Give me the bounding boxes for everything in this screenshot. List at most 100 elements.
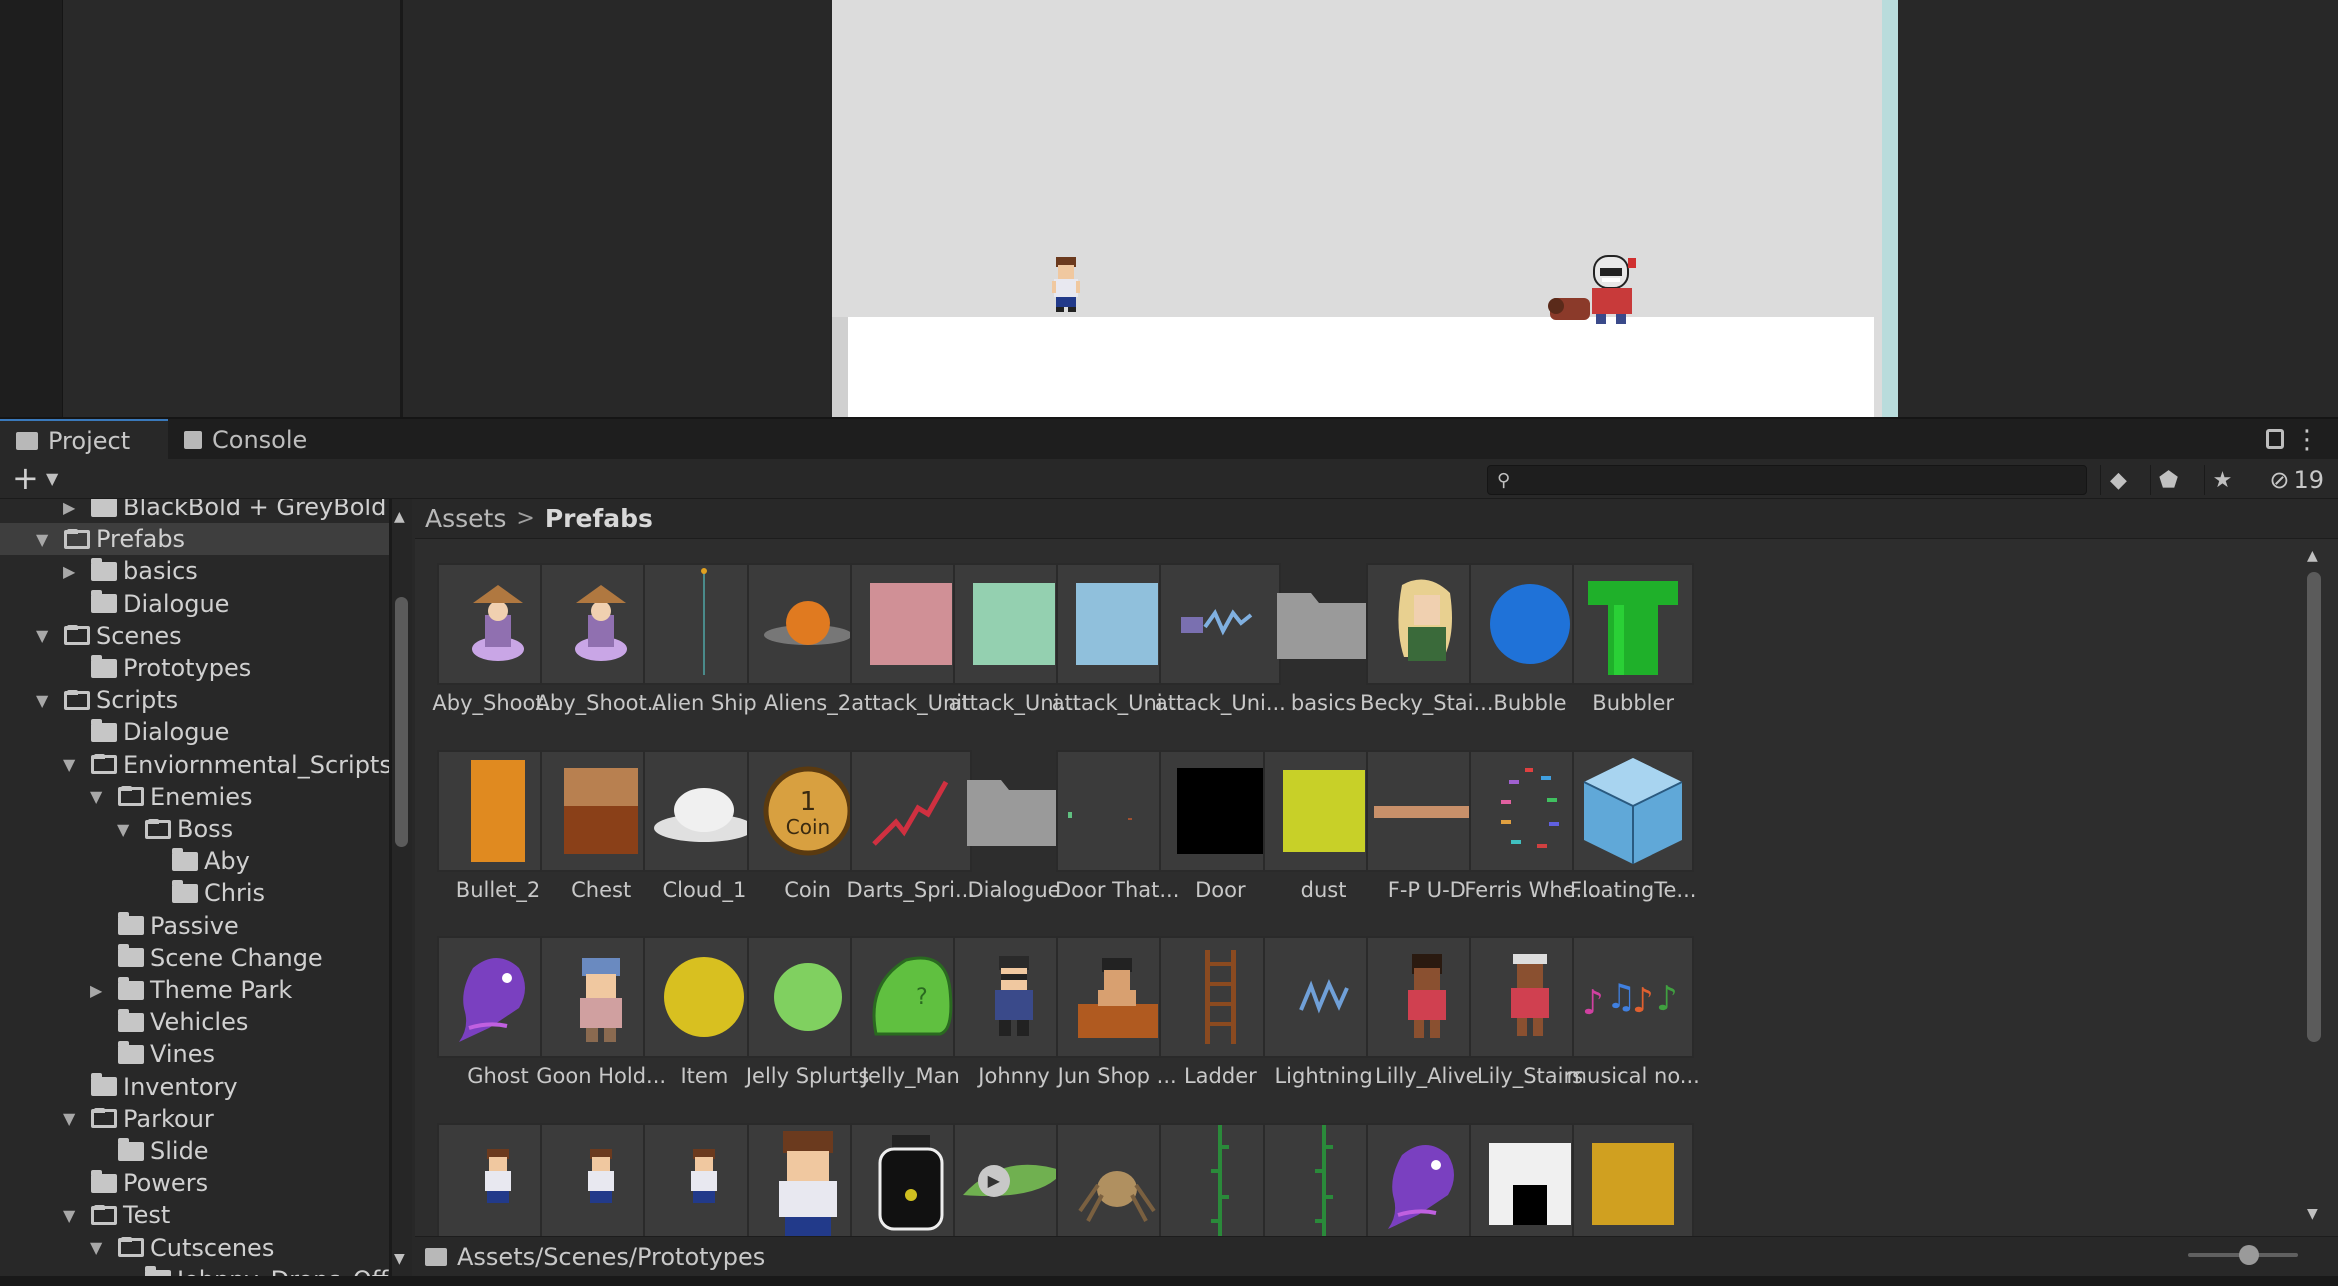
chevron-down-icon[interactable]: ▼ — [63, 755, 75, 774]
tree-item[interactable]: Slide — [0, 1135, 389, 1167]
folder-icon — [172, 847, 198, 871]
folder-icon — [425, 1247, 447, 1266]
hierarchy-panel[interactable] — [63, 0, 403, 417]
boss-sprite — [1548, 255, 1636, 324]
folder-open-icon — [118, 1237, 144, 1258]
play-icon[interactable]: ▶ — [977, 1164, 1010, 1197]
asset-grid[interactable]: Assets > Prefabs Aby_Shoot... Aby_Shoot..… — [415, 499, 2338, 1286]
tree-item-label: Cutscenes — [150, 1233, 275, 1262]
favorites-star-icon[interactable]: ★ — [2204, 465, 2240, 495]
folder-open-icon — [91, 754, 117, 775]
scroll-down-icon[interactable]: ▼ — [394, 1251, 405, 1267]
project-window: Project Console ⋮ + ▼ ⚲ ◆ ⬟ ★ ⊘ 19 ▶ Blac… — [0, 417, 2338, 1286]
svg-text:♪: ♪ — [1632, 981, 1654, 1021]
breadcrumb: Assets > Prefabs — [415, 499, 2338, 539]
create-button[interactable]: + — [12, 462, 39, 494]
more-menu-icon[interactable]: ⋮ — [2294, 425, 2320, 455]
tree-item[interactable]: Prototypes — [0, 652, 389, 684]
tree-item[interactable]: Vines — [0, 1038, 389, 1070]
tree-item[interactable]: Vehicles — [0, 1006, 389, 1038]
tree-item[interactable]: ▼ Scripts — [0, 684, 389, 716]
tree-item-label: Prototypes — [123, 654, 252, 682]
tree-item[interactable]: ▼ Enviornmental_Scripts — [0, 749, 392, 781]
scroll-up-icon[interactable]: ▲ — [394, 509, 405, 525]
tree-item-label: Chris — [204, 879, 266, 908]
lock-icon[interactable] — [2266, 429, 2284, 449]
hidden-packages-toggle[interactable]: ⊘ 19 — [2269, 465, 2324, 495]
chevron-right-icon[interactable]: ▶ — [63, 562, 75, 581]
chevron-down-icon[interactable]: ▼ — [36, 691, 48, 710]
window-bottom-edge — [0, 1276, 2338, 1286]
tree-item[interactable]: ▶ BlackBold + GreyBold For — [0, 499, 389, 523]
tree-item[interactable]: Scene Change — [0, 942, 389, 974]
tab-console-label: Console — [212, 426, 308, 454]
tree-item[interactable]: ▼ Enemies — [0, 781, 389, 813]
chevron-down-icon[interactable]: ▼ — [46, 469, 58, 488]
tree-item[interactable]: ▼ Prefabs — [0, 523, 389, 556]
chevron-right-icon[interactable]: ▶ — [63, 499, 75, 517]
asset-label: Bubbler — [1592, 691, 1675, 715]
tree-item[interactable]: ▶ basics — [0, 555, 389, 587]
tree-item[interactable]: ▼ Cutscenes — [0, 1232, 389, 1264]
tree-item-label: Vines — [150, 1040, 216, 1069]
tree-item[interactable]: Dialogue — [0, 716, 389, 748]
chevron-right-icon[interactable]: ▶ — [90, 981, 102, 1000]
tree-scrollbar-thumb[interactable] — [395, 597, 408, 847]
grid-scrollbar-thumb[interactable] — [2307, 572, 2321, 1042]
gold-square-icon — [1572, 1122, 1695, 1245]
tree-item[interactable]: Chris — [0, 877, 389, 909]
chevron-down-icon[interactable]: ▼ — [63, 1109, 75, 1128]
tree-item[interactable]: ▼ Boss — [0, 813, 389, 845]
chevron-down-icon[interactable]: ▼ — [36, 530, 48, 549]
cube-icon — [1572, 749, 1695, 872]
tree-item-label: Dialogue — [123, 718, 230, 747]
search-input[interactable] — [1487, 465, 2087, 495]
filter-by-type-icon[interactable]: ◆ — [2100, 465, 2136, 495]
tree-item-label: Inventory — [123, 1072, 238, 1101]
chevron-down-icon[interactable]: ▼ — [63, 1206, 75, 1225]
asset-item[interactable]: FloatingTe... — [1552, 749, 1696, 920]
asset-item[interactable]: Bubbler — [1552, 563, 1695, 733]
music-notes-icon: ♪ ♫ ♪ ♪ — [1572, 936, 1695, 1059]
chevron-down-icon[interactable]: ▼ — [36, 626, 48, 645]
chevron-down-icon[interactable]: ▼ — [117, 820, 129, 839]
tab-bar: Project Console ⋮ — [0, 417, 2338, 461]
asset-item[interactable]: ♪ ♫ ♪ ♪ musical no... — [1552, 936, 1700, 1106]
tree-item[interactable]: Passive — [0, 910, 389, 942]
svg-text:♪: ♪ — [1656, 979, 1678, 1019]
tree-item-label: Enemies — [150, 782, 253, 811]
tree-item-label: Enviornmental_Scripts — [123, 750, 392, 779]
tab-console[interactable]: Console — [168, 419, 323, 461]
breadcrumb-prefabs[interactable]: Prefabs — [545, 504, 653, 533]
tree-item[interactable]: Inventory — [0, 1071, 389, 1103]
breadcrumb-assets[interactable]: Assets — [425, 504, 506, 533]
tree-item[interactable]: Powers — [0, 1167, 389, 1199]
tree-item-label: Theme Park — [150, 976, 293, 1004]
folder-icon — [118, 1040, 144, 1064]
tree-item[interactable]: ▼ Scenes — [0, 620, 389, 652]
scroll-up-icon[interactable]: ▲ — [2307, 548, 2318, 564]
game-view[interactable] — [832, 0, 1898, 417]
tree-item-label: Vehicles — [150, 1008, 249, 1037]
folder-tree[interactable]: ▶ BlackBold + GreyBold For ▼ Prefabs ▶ basics… — [0, 499, 392, 1286]
tree-item[interactable]: ▼ Test — [0, 1199, 389, 1231]
chevron-down-icon[interactable]: ▼ — [90, 1238, 102, 1257]
tree-item-label: Scripts — [96, 686, 179, 715]
scroll-down-icon[interactable]: ▼ — [2307, 1206, 2318, 1222]
filter-by-label-icon[interactable]: ⬟ — [2150, 465, 2186, 495]
tab-project[interactable]: Project — [0, 419, 168, 461]
folder-open-icon — [91, 1204, 117, 1225]
folder-icon — [91, 499, 117, 517]
tree-item[interactable]: ▶ Theme Park — [0, 974, 389, 1006]
folder-open-icon — [64, 689, 90, 710]
ground-platform — [848, 317, 1874, 417]
tree-item[interactable]: Aby — [0, 845, 389, 877]
tree-item[interactable]: Dialogue — [0, 588, 389, 620]
zoom-slider-handle[interactable] — [2239, 1245, 2259, 1265]
tree-item-label: Scene Change — [150, 943, 323, 972]
svg-text:Coin: Coin — [785, 815, 829, 839]
tree-item[interactable]: ▼ Parkour — [0, 1103, 389, 1135]
project-toolbar: + ▼ ⚲ ◆ ⬟ ★ ⊘ 19 — [0, 459, 2338, 499]
green-pipe-icon — [1572, 563, 1695, 685]
chevron-down-icon[interactable]: ▼ — [90, 787, 102, 806]
